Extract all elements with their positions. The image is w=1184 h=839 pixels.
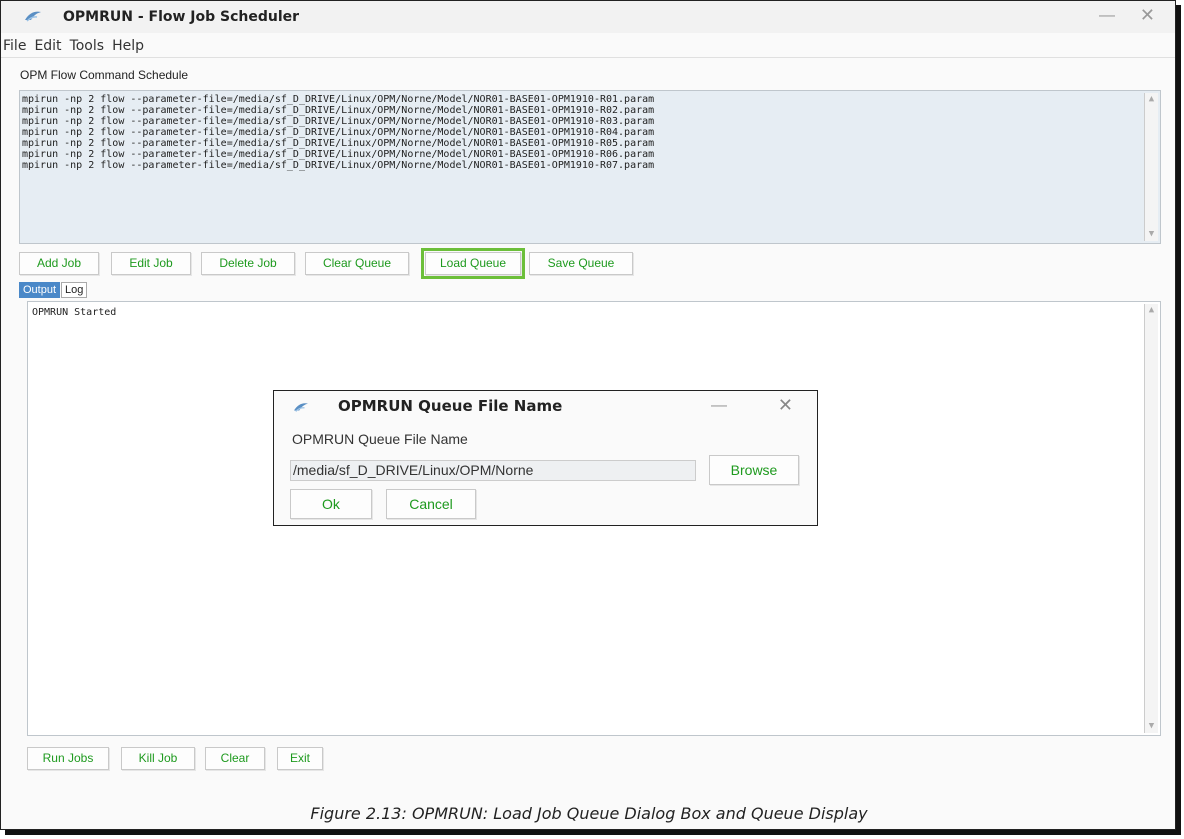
clear-queue-button[interactable]: Clear Queue — [305, 252, 409, 275]
schedule-line[interactable]: mpirun -np 2 flow --parameter-file=/medi… — [22, 116, 1158, 127]
output-scrollbar[interactable]: ▲ ▼ — [1144, 304, 1158, 733]
menu-bar: File Edit Tools Help — [1, 34, 1175, 58]
scroll-down-icon[interactable]: ▼ — [1146, 229, 1157, 240]
output-tabs: Output Log — [19, 282, 88, 298]
window-title: OPMRUN - Flow Job Scheduler — [63, 9, 300, 25]
scroll-down-icon[interactable]: ▼ — [1146, 721, 1157, 732]
load-queue-button[interactable]: Load Queue — [421, 248, 525, 279]
dialog-title: OPMRUN Queue File Name — [338, 397, 563, 415]
tab-output[interactable]: Output — [19, 282, 61, 298]
scroll-up-icon[interactable]: ▲ — [1146, 94, 1157, 105]
title-bar: OPMRUN - Flow Job Scheduler — ✕ — [1, 1, 1175, 33]
exit-button[interactable]: Exit — [277, 747, 323, 770]
schedule-scrollbar[interactable]: ▲ ▼ — [1144, 93, 1158, 241]
minimize-icon[interactable]: — — [1099, 7, 1115, 25]
output-text: OPMRUN Started — [32, 307, 117, 318]
dialog-minimize-icon[interactable]: — — [711, 397, 727, 415]
schedule-line[interactable]: mpirun -np 2 flow --parameter-file=/medi… — [22, 94, 1158, 105]
schedule-line[interactable]: mpirun -np 2 flow --parameter-file=/medi… — [22, 105, 1158, 116]
app-window: OPMRUN - Flow Job Scheduler — ✕ File Edi… — [0, 0, 1176, 830]
kill-job-button[interactable]: Kill Job — [121, 747, 195, 770]
save-queue-button[interactable]: Save Queue — [529, 252, 633, 275]
menu-file[interactable]: File — [3, 38, 32, 54]
menu-tools[interactable]: Tools — [70, 38, 111, 54]
tab-log[interactable]: Log — [61, 282, 88, 298]
menu-edit[interactable]: Edit — [34, 38, 67, 54]
schedule-line[interactable]: mpirun -np 2 flow --parameter-file=/medi… — [22, 160, 1158, 171]
scroll-up-icon[interactable]: ▲ — [1146, 305, 1157, 316]
schedule-line[interactable]: mpirun -np 2 flow --parameter-file=/medi… — [22, 127, 1158, 138]
schedule-label: OPM Flow Command Schedule — [20, 68, 189, 82]
close-icon[interactable]: ✕ — [1140, 5, 1155, 26]
dialog-close-icon[interactable]: ✕ — [778, 395, 793, 416]
command-schedule-list[interactable]: mpirun -np 2 flow --parameter-file=/medi… — [19, 90, 1161, 244]
queue-file-input[interactable]: /media/sf_D_DRIVE/Linux/OPM/Norne — [290, 460, 696, 481]
opm-logo-icon — [294, 403, 308, 412]
cancel-button[interactable]: Cancel — [386, 489, 476, 519]
edit-job-button[interactable]: Edit Job — [111, 252, 191, 275]
add-job-button[interactable]: Add Job — [19, 252, 99, 275]
ok-button[interactable]: Ok — [290, 489, 372, 519]
delete-job-button[interactable]: Delete Job — [201, 252, 295, 275]
schedule-line[interactable]: mpirun -np 2 flow --parameter-file=/medi… — [22, 149, 1158, 160]
dialog-label: OPMRUN Queue File Name — [292, 431, 468, 447]
figure-caption: Figure 2.13: OPMRUN: Load Job Queue Dial… — [310, 804, 868, 823]
run-jobs-button[interactable]: Run Jobs — [27, 747, 109, 770]
menu-help[interactable]: Help — [112, 38, 150, 54]
browse-button[interactable]: Browse — [709, 455, 799, 485]
clear-button[interactable]: Clear — [205, 747, 265, 770]
opm-logo-icon — [25, 11, 41, 22]
schedule-line[interactable]: mpirun -np 2 flow --parameter-file=/medi… — [22, 138, 1158, 149]
queue-file-dialog: OPMRUN Queue File Name — ✕ OPMRUN Queue … — [273, 390, 818, 526]
